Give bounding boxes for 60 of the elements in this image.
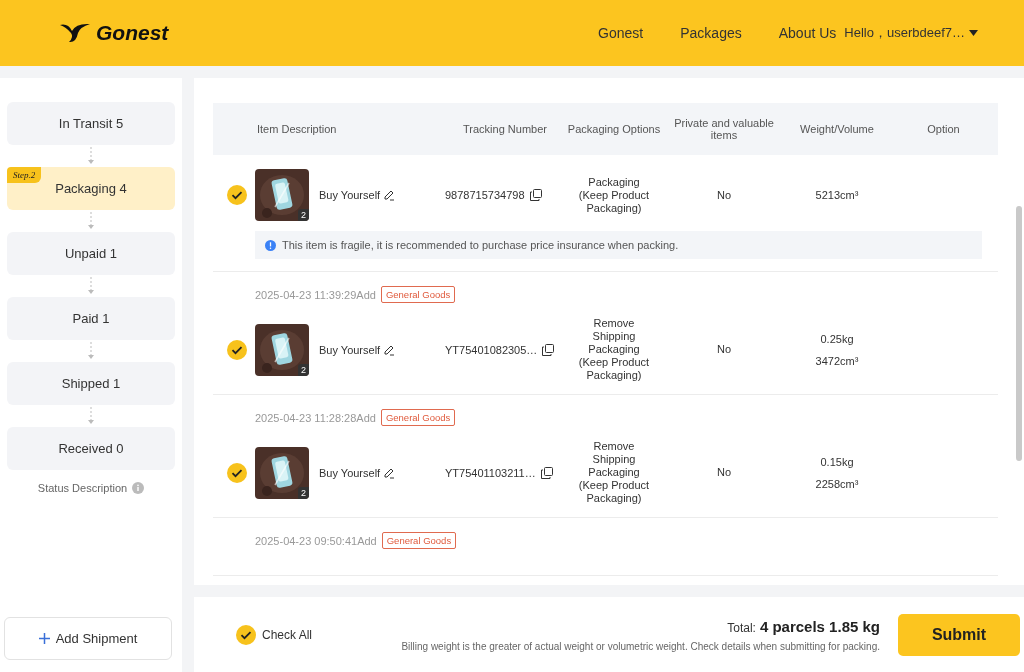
item-description: Buy Yourself — [319, 466, 381, 479]
added-date: 2025-04-23 11:28:28Add — [255, 411, 376, 424]
total-label: Total: — [727, 620, 756, 635]
column-header: Weight/Volume — [799, 123, 875, 135]
status-description[interactable]: Status Description — [37, 482, 128, 494]
item-description: Buy Yourself — [319, 189, 381, 201]
volume-value: 3472cm³ — [815, 354, 859, 367]
step-badge: Step.2 — [7, 167, 42, 183]
total-value: 4 parcels 1.85 kg — [759, 617, 880, 635]
status-step[interactable]: Shipped 1 — [7, 362, 175, 405]
status-step[interactable]: Step.2 Packaging 4 — [7, 167, 175, 210]
copy-icon[interactable] — [540, 466, 553, 479]
tracking-number: YT75401082305… — [445, 343, 538, 356]
added-date: 2025-04-23 11:39:29Add — [255, 288, 376, 301]
category-tag: General Goods — [380, 409, 456, 426]
column-header: Packaging Options — [566, 123, 662, 135]
plus-icon — [38, 633, 50, 644]
submit-button[interactable]: Submit — [898, 613, 1020, 656]
packaging-option: Packaging (Keep Product Packaging) — [565, 175, 663, 215]
nav-link[interactable]: About Us — [778, 25, 837, 41]
category-tag: General Goods — [380, 286, 456, 303]
nav-link[interactable]: Gonest — [598, 25, 644, 41]
billing-note: Billing weight is the greater of actual weight or volumetric weight. Check details when submitting for packing. — [401, 640, 880, 652]
brand-name[interactable]: Gonest — [96, 21, 169, 45]
column-header: Item Description — [256, 123, 338, 135]
status-step[interactable]: Received 0 — [7, 427, 175, 470]
edit-icon[interactable] — [383, 189, 396, 201]
weight-value: 0.15kg — [820, 455, 854, 468]
private-value: No — [715, 466, 733, 479]
status-step[interactable]: In Transit 5 — [7, 102, 175, 145]
status-step[interactable]: Paid 1 — [7, 297, 175, 340]
added-date: 2025-04-23 09:50:41Add — [255, 534, 377, 547]
copy-icon[interactable] — [529, 189, 542, 201]
tracking-number: 9878715734798 — [445, 189, 525, 201]
info-icon — [265, 239, 276, 251]
fragile-notice: This item is fragile, it is recommended to purchase price insurance when packing. — [282, 239, 679, 251]
tracking-number: YT75401103211… — [445, 466, 536, 479]
column-header: Tracking Number — [462, 123, 548, 135]
column-header: Option — [926, 123, 961, 135]
private-value: No — [715, 343, 733, 356]
status-step[interactable]: Unpaid 1 — [7, 232, 175, 275]
packaging-option: Remove Shipping Packaging (Keep Product Packaging) — [565, 317, 663, 382]
add-shipment-button[interactable]: Add Shipment — [4, 617, 172, 660]
volume-value: 2258cm³ — [815, 477, 859, 490]
bird-logo-icon — [60, 23, 90, 43]
edit-icon[interactable] — [383, 343, 396, 356]
nav-link[interactable]: Packages — [680, 25, 742, 41]
edit-icon[interactable] — [383, 466, 396, 479]
caret-icon — [969, 30, 978, 36]
weight-value: 0.25kg — [820, 332, 854, 345]
check-all-label[interactable]: Check All — [262, 627, 313, 642]
copy-icon[interactable] — [542, 343, 555, 356]
volume-value: 5213cm³ — [815, 189, 859, 201]
item-description: Buy Yourself — [319, 343, 381, 356]
private-value: No — [715, 188, 733, 202]
column-header: Private and valuable items — [673, 117, 775, 141]
packaging-option: Remove Shipping Packaging (Keep Product Packaging) — [565, 440, 663, 505]
scrollbar[interactable] — [1016, 206, 1022, 461]
category-tag: General Goods — [381, 532, 457, 549]
user-menu[interactable]: Hello，userbdeef7… — [844, 24, 978, 42]
